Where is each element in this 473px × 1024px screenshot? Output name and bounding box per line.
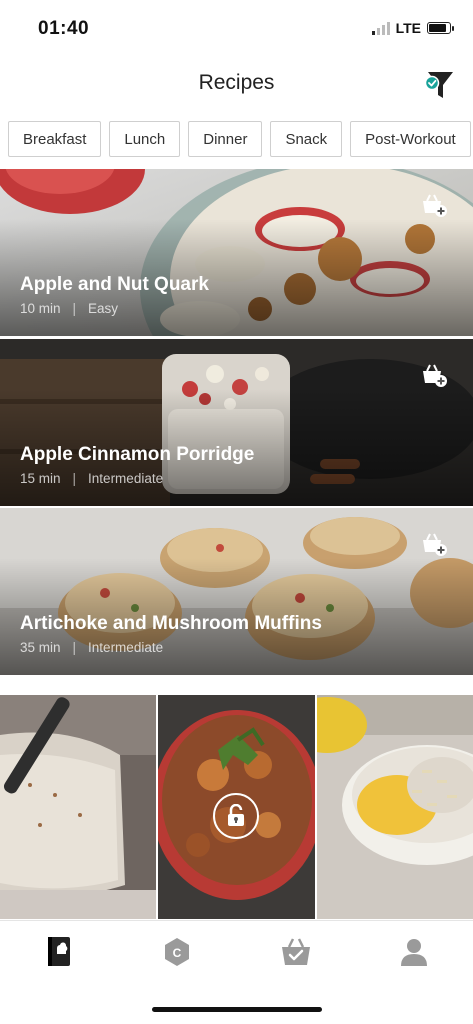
recipe-card[interactable]: Apple Cinnamon Porridge 15 min | Interme… — [0, 339, 473, 506]
yogurt-bowl-photo — [316, 695, 473, 919]
svg-text:C: C — [173, 946, 182, 960]
add-to-plan-icon — [423, 364, 447, 387]
profile-icon — [400, 939, 427, 966]
add-to-plan-button[interactable] — [421, 363, 447, 389]
page-title: Recipes — [198, 71, 275, 94]
recipe-meta: 10 min | Easy — [20, 301, 118, 316]
locked-recipe-tile[interactable] — [316, 695, 473, 919]
tab-shopping[interactable] — [237, 921, 355, 983]
recipe-difficulty: Intermediate — [88, 640, 164, 655]
locked-recipes-row — [0, 695, 473, 919]
chip-snack[interactable]: Snack — [270, 121, 343, 157]
status-time: 01:40 — [38, 18, 90, 39]
signal-icon — [371, 21, 390, 35]
locked-recipe-tile[interactable] — [0, 695, 157, 919]
tab-recipes[interactable] — [0, 921, 118, 983]
recipe-time: 10 min — [20, 301, 61, 316]
add-to-plan-icon — [423, 533, 447, 556]
chip-breakfast[interactable]: Breakfast — [8, 121, 102, 157]
lock-icon — [228, 804, 245, 826]
add-to-plan-button[interactable] — [421, 532, 447, 558]
bottom-tab-bar: C — [0, 920, 473, 983]
recipe-meta: 15 min | Intermediate — [20, 471, 163, 486]
recipe-card[interactable]: Artichoke and Mushroom Muffins 35 min | … — [0, 508, 473, 675]
recipe-title: Apple and Nut Quark — [20, 274, 209, 295]
status-bar: 01:40 LTE — [0, 0, 473, 58]
battery-icon — [427, 22, 454, 34]
recipe-title: Apple Cinnamon Porridge — [20, 444, 255, 465]
chip-dinner[interactable]: Dinner — [188, 121, 263, 157]
recipe-time: 35 min — [20, 640, 61, 655]
recipe-title: Artichoke and Mushroom Muffins — [20, 613, 322, 634]
filter-funnel-icon — [424, 72, 453, 98]
meta-separator: | — [72, 640, 77, 655]
coach-badge-icon: C — [165, 938, 190, 966]
recipes-screen: 01:40 LTE Recipes Breakfast Lunch Dinner… — [0, 0, 473, 1024]
recipe-time: 15 min — [20, 471, 61, 486]
category-filter-chips: Breakfast Lunch Dinner Snack Post-Workou… — [8, 121, 471, 157]
home-indicator — [152, 1007, 322, 1012]
network-type: LTE — [395, 20, 421, 36]
filter-button[interactable] — [419, 66, 455, 102]
tab-profile[interactable] — [355, 921, 473, 983]
locked-recipe-tile[interactable] — [158, 695, 315, 919]
recipe-difficulty: Easy — [88, 301, 119, 316]
recipe-book-icon — [48, 937, 71, 966]
meta-separator: | — [72, 471, 77, 486]
status-indicators: LTE — [371, 20, 454, 36]
chip-post-workout[interactable]: Post-Workout — [350, 121, 471, 157]
smoothie-photo — [0, 695, 157, 919]
meta-separator: | — [72, 301, 77, 316]
shopping-basket-icon — [281, 938, 310, 965]
add-to-plan-icon — [423, 194, 447, 217]
recipe-difficulty: Intermediate — [88, 471, 164, 486]
tab-coach[interactable]: C — [118, 921, 236, 983]
add-to-plan-button[interactable] — [421, 193, 447, 219]
chip-lunch[interactable]: Lunch — [109, 121, 181, 157]
header: Recipes — [0, 60, 473, 108]
recipe-meta: 35 min | Intermediate — [20, 640, 163, 655]
recipe-card[interactable]: Apple and Nut Quark 10 min | Easy — [0, 169, 473, 336]
